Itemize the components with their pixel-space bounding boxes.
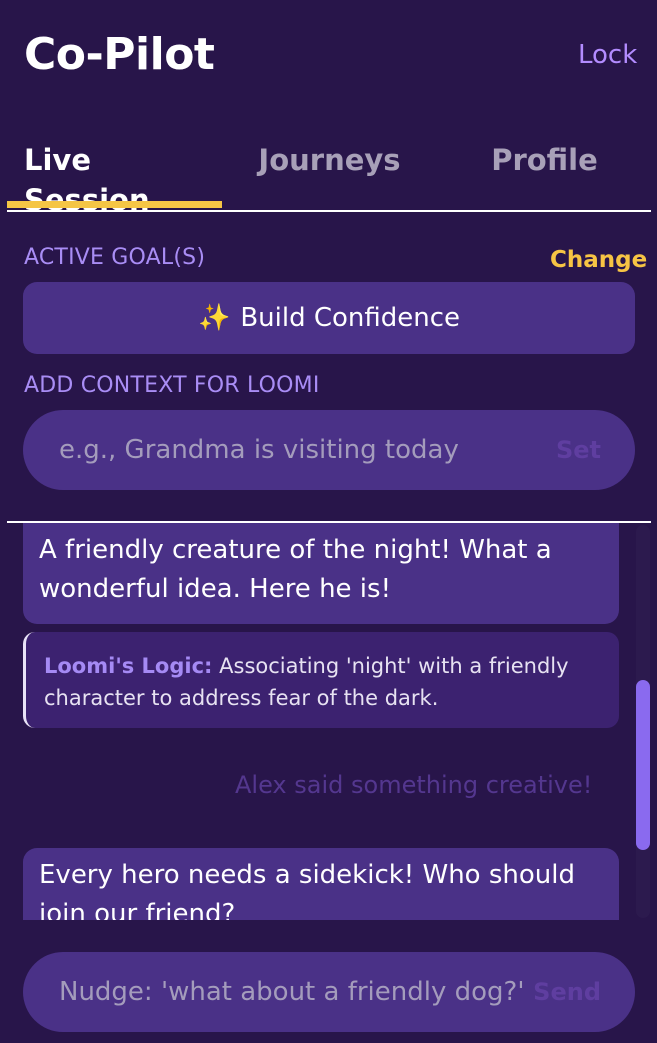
nudge-field: Send <box>23 952 635 1032</box>
context-input[interactable] <box>23 434 556 466</box>
send-button[interactable]: Send <box>533 978 635 1006</box>
scrollbar-thumb[interactable] <box>636 680 650 850</box>
tab-journeys[interactable]: Journeys <box>222 140 437 208</box>
context-field: Set <box>23 410 635 490</box>
lock-button[interactable]: Lock <box>578 40 637 70</box>
goal-label: Build Confidence <box>240 303 461 333</box>
chat-log[interactable]: A friendly creature of the night! What a… <box>7 523 651 920</box>
chat-scrollbar[interactable] <box>636 525 650 918</box>
nudge-input[interactable] <box>23 976 534 1008</box>
loomi-logic-note: Loomi's Logic: Associating 'night' with … <box>23 632 619 728</box>
assistant-message: A friendly creature of the night! What a… <box>23 523 619 624</box>
assistant-message: Every hero needs a sidekick! Who should … <box>23 848 619 920</box>
sparkles-icon: ✨ <box>197 303 231 333</box>
tab-live-session[interactable]: Live Session <box>7 140 222 217</box>
logic-label: Loomi's Logic: <box>44 654 213 678</box>
tab-bar: Live Session Journeys Profile <box>7 130 652 217</box>
app-title: Co-Pilot <box>24 29 215 80</box>
set-context-button[interactable]: Set <box>556 436 635 464</box>
change-goal-button[interactable]: Change <box>550 247 647 273</box>
tab-profile[interactable]: Profile <box>437 140 652 208</box>
goal-chip[interactable]: ✨ Build Confidence <box>23 282 635 354</box>
active-goals-label: ACTIVE GOAL(S) <box>24 245 206 270</box>
system-notice: Alex said something creative! <box>235 771 593 799</box>
context-label: ADD CONTEXT FOR LOOMI <box>24 373 320 398</box>
